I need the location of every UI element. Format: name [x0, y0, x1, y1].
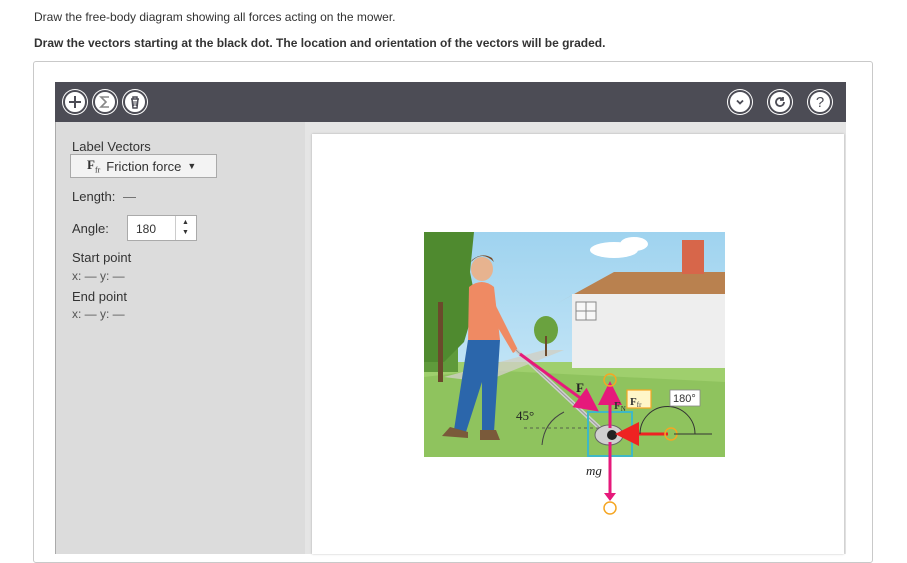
- help-icon[interactable]: ?: [808, 90, 832, 114]
- weight-vector-overlay: mg: [586, 455, 617, 515]
- weight-label: mg: [586, 463, 602, 478]
- start-point-coords: x: — y: —: [72, 269, 125, 283]
- end-point-label: End point: [72, 289, 127, 304]
- applied-force-label: F: [576, 380, 584, 395]
- tree-small-trunk: [545, 336, 547, 356]
- mower-scene[interactable]: 45° F FN Ffr 180°: [424, 232, 725, 457]
- vector-symbol: Ffr: [87, 157, 101, 175]
- question-instructions: Draw the vectors starting at the black d…: [34, 36, 606, 50]
- help-glyph: ?: [815, 93, 825, 111]
- weight-handle[interactable]: [603, 501, 617, 515]
- label-vectors-heading: Label Vectors: [72, 139, 151, 154]
- person-head: [471, 257, 493, 281]
- stepper-down-icon[interactable]: ▼: [182, 229, 189, 236]
- angle-stepper[interactable]: ▲ ▼: [175, 216, 196, 240]
- sigma-icon[interactable]: [93, 90, 117, 114]
- chevron-down-icon[interactable]: [728, 90, 752, 114]
- angle-label: Angle:: [72, 221, 109, 236]
- vector-sidebar: [55, 122, 306, 554]
- tree-trunk: [438, 302, 443, 382]
- handle-angle-label: 45°: [516, 408, 534, 423]
- trash-icon[interactable]: [123, 90, 147, 114]
- length-label: Length:: [72, 189, 116, 204]
- caret-down-icon: ▼: [187, 161, 197, 171]
- vector-label-dropdown[interactable]: Ffr Friction force ▼: [70, 154, 217, 178]
- end-point-coords: x: — y: —: [72, 307, 125, 321]
- length-value: —: [123, 189, 136, 204]
- question-text: Draw the free-body diagram showing all f…: [34, 10, 396, 24]
- plus-icon[interactable]: [63, 90, 87, 114]
- angle-input[interactable]: 180 ▲ ▼: [127, 215, 197, 241]
- start-point-label: Start point: [72, 250, 132, 265]
- chimney: [682, 240, 704, 274]
- stepper-up-icon[interactable]: ▲: [182, 219, 189, 226]
- cloud: [620, 237, 648, 251]
- vector-name: Friction force: [106, 158, 182, 174]
- toolbar: ?: [55, 82, 846, 122]
- angle-value: 180: [136, 222, 157, 236]
- angle-readout: 180°: [673, 393, 696, 405]
- start-dot[interactable]: [607, 430, 617, 440]
- reset-icon[interactable]: [768, 90, 792, 114]
